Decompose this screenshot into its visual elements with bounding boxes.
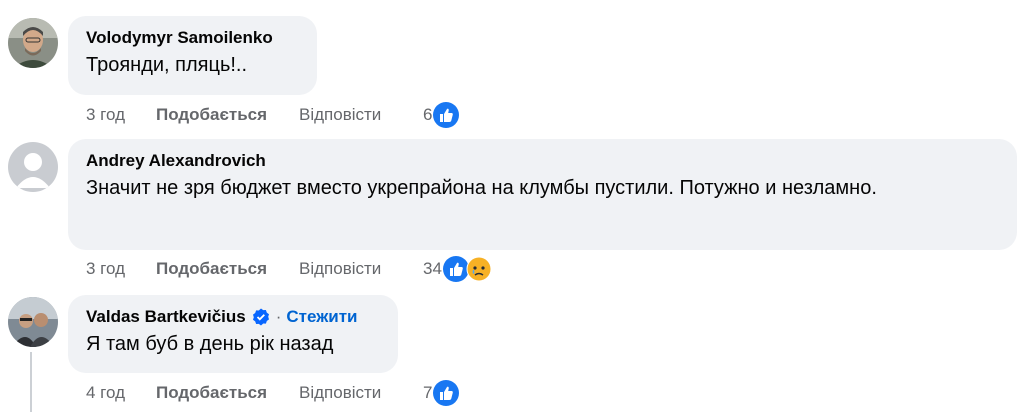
reaction-summary[interactable]: 7 xyxy=(423,380,460,406)
reply-button[interactable]: Відповісти xyxy=(299,383,423,403)
avatar[interactable] xyxy=(8,297,58,347)
comment-bubble: Volodymyr Samoilenko Троянди, пляць!.. xyxy=(68,16,317,95)
reaction-count: 7 xyxy=(423,383,433,402)
comment-author[interactable]: Volodymyr Samoilenko xyxy=(86,27,299,49)
reaction-count: 6 xyxy=(423,105,433,124)
reply-button[interactable]: Відповісти xyxy=(299,105,423,125)
follow-button[interactable]: Стежити xyxy=(286,306,357,328)
verified-badge-icon xyxy=(252,308,270,326)
comment-actions: 3 год Подобається Відповісти 6 xyxy=(86,100,460,130)
comment-text: Я там буб в день рік назад xyxy=(86,333,334,355)
comment-text: Троянди, пляць!.. xyxy=(86,54,248,76)
comment-time[interactable]: 3 год xyxy=(86,259,156,279)
avatar[interactable] xyxy=(8,142,58,192)
like-icon xyxy=(433,102,460,128)
thread-line xyxy=(30,352,32,412)
comment-bubble: Andrey Alexandrovich Значит не зря бюдже… xyxy=(68,139,1017,250)
like-button[interactable]: Подобається xyxy=(156,383,299,403)
comment-text: Значит не зря бюджет вместо укрепрайона … xyxy=(86,177,877,199)
reply-button[interactable]: Відповісти xyxy=(299,259,423,279)
reaction-summary[interactable]: 6 xyxy=(423,102,460,128)
like-button[interactable]: Подобається xyxy=(156,259,299,279)
like-icon xyxy=(433,380,460,406)
like-button[interactable]: Подобається xyxy=(156,105,299,125)
comment-time[interactable]: 4 год xyxy=(86,383,156,403)
sad-icon xyxy=(466,256,492,282)
comment-author[interactable]: Andrey Alexandrovich xyxy=(86,150,999,172)
comment-author: Valdas Bartkevičius · Стежити xyxy=(86,306,380,328)
reaction-count: 34 xyxy=(423,259,442,278)
reaction-summary[interactable]: 34 xyxy=(423,256,492,282)
author-name[interactable]: Valdas Bartkevičius xyxy=(86,306,246,328)
comment-time[interactable]: 3 год xyxy=(86,105,156,125)
comment-actions: 3 год Подобається Відповісти 34 xyxy=(86,254,492,284)
comment-bubble: Valdas Bartkevičius · Стежити Я там буб … xyxy=(68,295,398,373)
separator-dot: · xyxy=(275,307,282,326)
avatar[interactable] xyxy=(8,18,58,68)
